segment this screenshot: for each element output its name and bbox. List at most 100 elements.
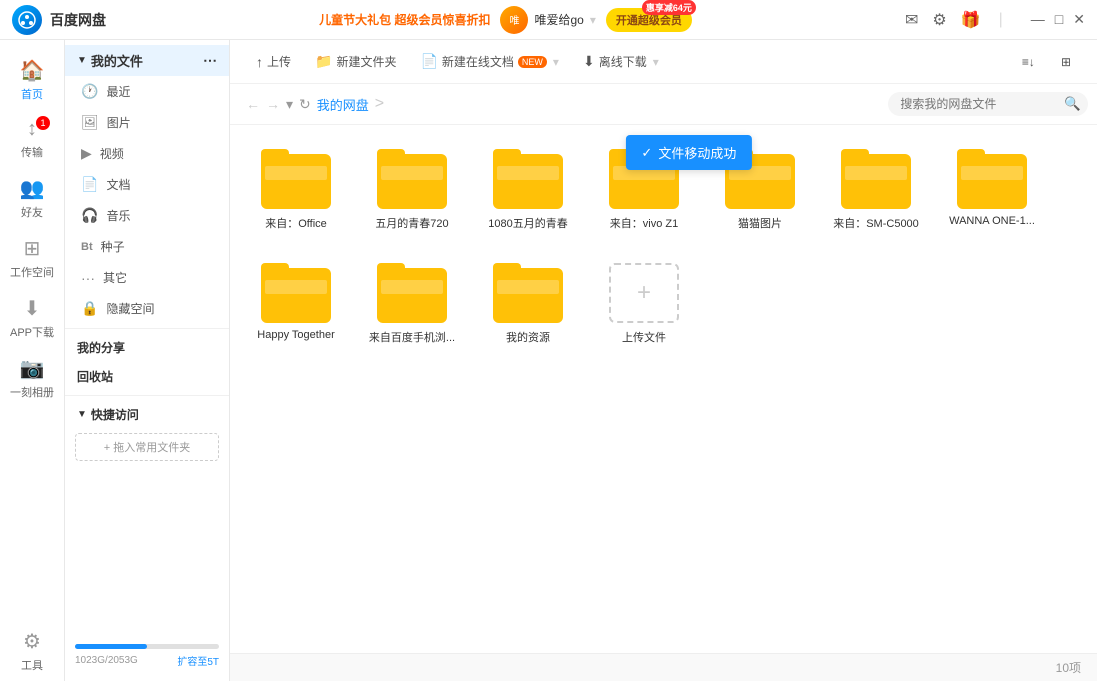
sidebar-item-tools[interactable]: ⚙ 工具 — [0, 621, 64, 681]
vip-badge: 惠享减64元 — [642, 0, 696, 15]
sidebar-other[interactable]: ··· 其它 — [65, 262, 229, 293]
promo-text: 儿童节大礼包 超级会员惊喜折扣 — [319, 11, 490, 28]
breadcrumb-sep: > — [375, 95, 384, 113]
more-icon[interactable]: ⋯ — [203, 52, 217, 69]
toolbar: ↑ 上传 📁 新建文件夹 📄 新建在线文档 NEW ▾ ⬇ 离线下载 ▾ ≡↓ — [230, 40, 1097, 84]
sidebar-item-album[interactable]: 📷 一刻相册 — [0, 348, 64, 408]
transfer-badge: 1 — [36, 116, 50, 130]
dropdown-icon: ▾ — [590, 13, 596, 27]
home-icon: 🏠 — [20, 58, 45, 83]
download-dropdown-icon: ▾ — [653, 55, 659, 69]
sidebar-docs[interactable]: 📄 文档 — [65, 169, 229, 200]
recent-icon: 🕐 — [81, 83, 98, 100]
file-item-myresource[interactable]: 我的资源 — [478, 255, 578, 353]
breadcrumb-bar: ← → ▾ ↻ 我的网盘 > 🔍 — [230, 84, 1097, 125]
main-content: ↑ 上传 📁 新建文件夹 📄 新建在线文档 NEW ▾ ⬇ 离线下载 ▾ ≡↓ — [230, 40, 1097, 681]
file-item-smc5000[interactable]: 来自：SM-C5000 — [826, 141, 926, 239]
sort-icon: ≡↓ — [1022, 55, 1035, 69]
toast-text: 文件移动成功 — [658, 143, 736, 162]
new-doc-button[interactable]: 📄 新建在线文档 NEW ▾ — [410, 48, 568, 75]
myfiles-header[interactable]: ▼ 我的文件 ⋯ — [65, 45, 229, 76]
sidebar-item-transfer[interactable]: ↕ 传输 1 — [0, 110, 64, 168]
storage-progress — [75, 644, 219, 649]
avatar: 唯 — [500, 6, 528, 34]
view-toggle-button[interactable]: ⊞ — [1051, 50, 1081, 74]
folder-icon: 📁 — [315, 53, 332, 70]
refresh-button[interactable]: ↻ — [299, 96, 311, 113]
videos-icon: ▶ — [81, 145, 92, 162]
sidebar-recent[interactable]: 🕐 最近 — [65, 76, 229, 107]
file-count: 10项 — [1056, 659, 1081, 676]
minimize-button[interactable]: — — [1031, 11, 1045, 28]
upload-placeholder: + — [609, 263, 679, 323]
storage-text: 1023G/2053G 扩容至5T — [75, 653, 219, 668]
offline-download-button[interactable]: ⬇ 离线下载 ▾ — [573, 48, 669, 75]
vip-button[interactable]: 开通超级会员 惠享减64元 — [606, 8, 692, 32]
new-folder-button[interactable]: 📁 新建文件夹 — [305, 48, 406, 75]
back-button[interactable]: ← — [246, 96, 260, 112]
folder-icon-youth1080 — [493, 149, 563, 209]
storage-usage: 1023G/2053G — [75, 655, 138, 666]
file-item-youth720[interactable]: 五月的青春720 — [362, 141, 462, 239]
file-item-office[interactable]: 来自：Office — [246, 141, 346, 239]
upload-button[interactable]: ↑ 上传 — [246, 48, 301, 75]
sidebar-item-home[interactable]: 🏠 首页 — [0, 50, 64, 110]
restore-button[interactable]: □ — [1055, 11, 1063, 28]
storage-progress-fill — [75, 644, 147, 649]
search-input[interactable] — [888, 92, 1088, 116]
doc-icon: 📄 — [420, 53, 437, 70]
sidebar-label-transfer: 传输 — [21, 144, 43, 160]
settings-icon[interactable]: ⚙ — [932, 10, 946, 30]
search-button[interactable]: 🔍 — [1064, 96, 1081, 112]
new-badge: NEW — [518, 56, 547, 68]
sidebar-item-friends[interactable]: 👥 好友 — [0, 168, 64, 228]
file-item-baidu[interactable]: 来自百度手机浏... — [362, 255, 462, 353]
music-icon: 🎧 — [81, 207, 98, 224]
grid-icon: ⊞ — [1061, 55, 1071, 69]
add-quick-btn[interactable]: + 拖入常用文件夹 — [75, 433, 219, 461]
sidebar-music[interactable]: 🎧 音乐 — [65, 200, 229, 231]
sidebar-item-appdownload[interactable]: ⬇ APP下载 — [0, 288, 64, 348]
collapse-icon: ▼ — [77, 55, 87, 66]
torrent-icon: Bt — [81, 241, 93, 253]
sidebar-photos[interactable]: 🖼 图片 — [65, 107, 229, 138]
username: 唯爱给go — [534, 11, 583, 28]
main-layout: 🏠 首页 ↕ 传输 1 👥 好友 ⊞ 工作空间 ⬇ APP下载 📷 一刻相册 ⚙… — [0, 40, 1097, 681]
other-icon: ··· — [81, 270, 95, 286]
sidebar-label-home: 首页 — [21, 86, 43, 102]
app-title: 百度网盘 — [50, 10, 106, 30]
sidebar-videos[interactable]: ▶ 视频 — [65, 138, 229, 169]
file-name-happytogether: Happy Together — [257, 329, 334, 341]
gift-icon[interactable]: 🎁 — [961, 10, 981, 30]
folder-icon-smc5000 — [841, 149, 911, 209]
myshare-item[interactable]: 我的分享 — [65, 333, 229, 362]
sort-button[interactable]: ≡↓ — [1012, 50, 1045, 74]
file-item-wannaone[interactable]: WANNA ONE-1... — [942, 141, 1042, 239]
folder-icon-happytogether — [261, 263, 331, 323]
docs-icon: 📄 — [81, 176, 98, 193]
folder-icon-myresource — [493, 263, 563, 323]
file-name-wannaone: WANNA ONE-1... — [949, 215, 1035, 227]
file-name-smc5000: 来自：SM-C5000 — [833, 215, 919, 231]
breadcrumb-root[interactable]: 我的网盘 — [317, 95, 369, 114]
file-sidebar: ▼ 我的文件 ⋯ 🕐 最近 🖼 图片 ▶ 视频 📄 文档 🎧 音乐 Bt 种子 — [65, 40, 230, 681]
recycle-item[interactable]: 回收站 — [65, 362, 229, 391]
expand-link[interactable]: 扩容至5T — [177, 653, 219, 668]
titlebar-center: 儿童节大礼包 超级会员惊喜折扣 唯 唯爱给go ▾ 开通超级会员 惠享减64元 — [319, 6, 692, 34]
dropdown-nav-button[interactable]: ▾ — [286, 96, 293, 113]
file-name-youth1080: 1080五月的青春 — [488, 215, 567, 231]
close-button[interactable]: ✕ — [1073, 11, 1085, 28]
mail-icon[interactable]: ✉ — [905, 10, 918, 30]
toast-icon: ✓ — [641, 145, 652, 161]
file-item-youth1080[interactable]: 1080五月的青春 — [478, 141, 578, 239]
file-name-office: 来自：Office — [265, 215, 327, 231]
forward-button[interactable]: → — [266, 96, 280, 112]
sidebar-item-workspace[interactable]: ⊞ 工作空间 — [0, 228, 64, 288]
file-item-upload[interactable]: + 上传文件 — [594, 255, 694, 353]
sidebar-hidden[interactable]: 🔒 隐藏空间 — [65, 293, 229, 324]
storage-bar: 1023G/2053G 扩容至5T — [65, 636, 229, 676]
file-grid: ✓ 文件移动成功 来自：Office — [230, 125, 1097, 653]
quick-access[interactable]: ▼ 快捷访问 — [65, 400, 229, 429]
sidebar-torrent[interactable]: Bt 种子 — [65, 231, 229, 262]
file-item-happytogether[interactable]: Happy Together — [246, 255, 346, 353]
